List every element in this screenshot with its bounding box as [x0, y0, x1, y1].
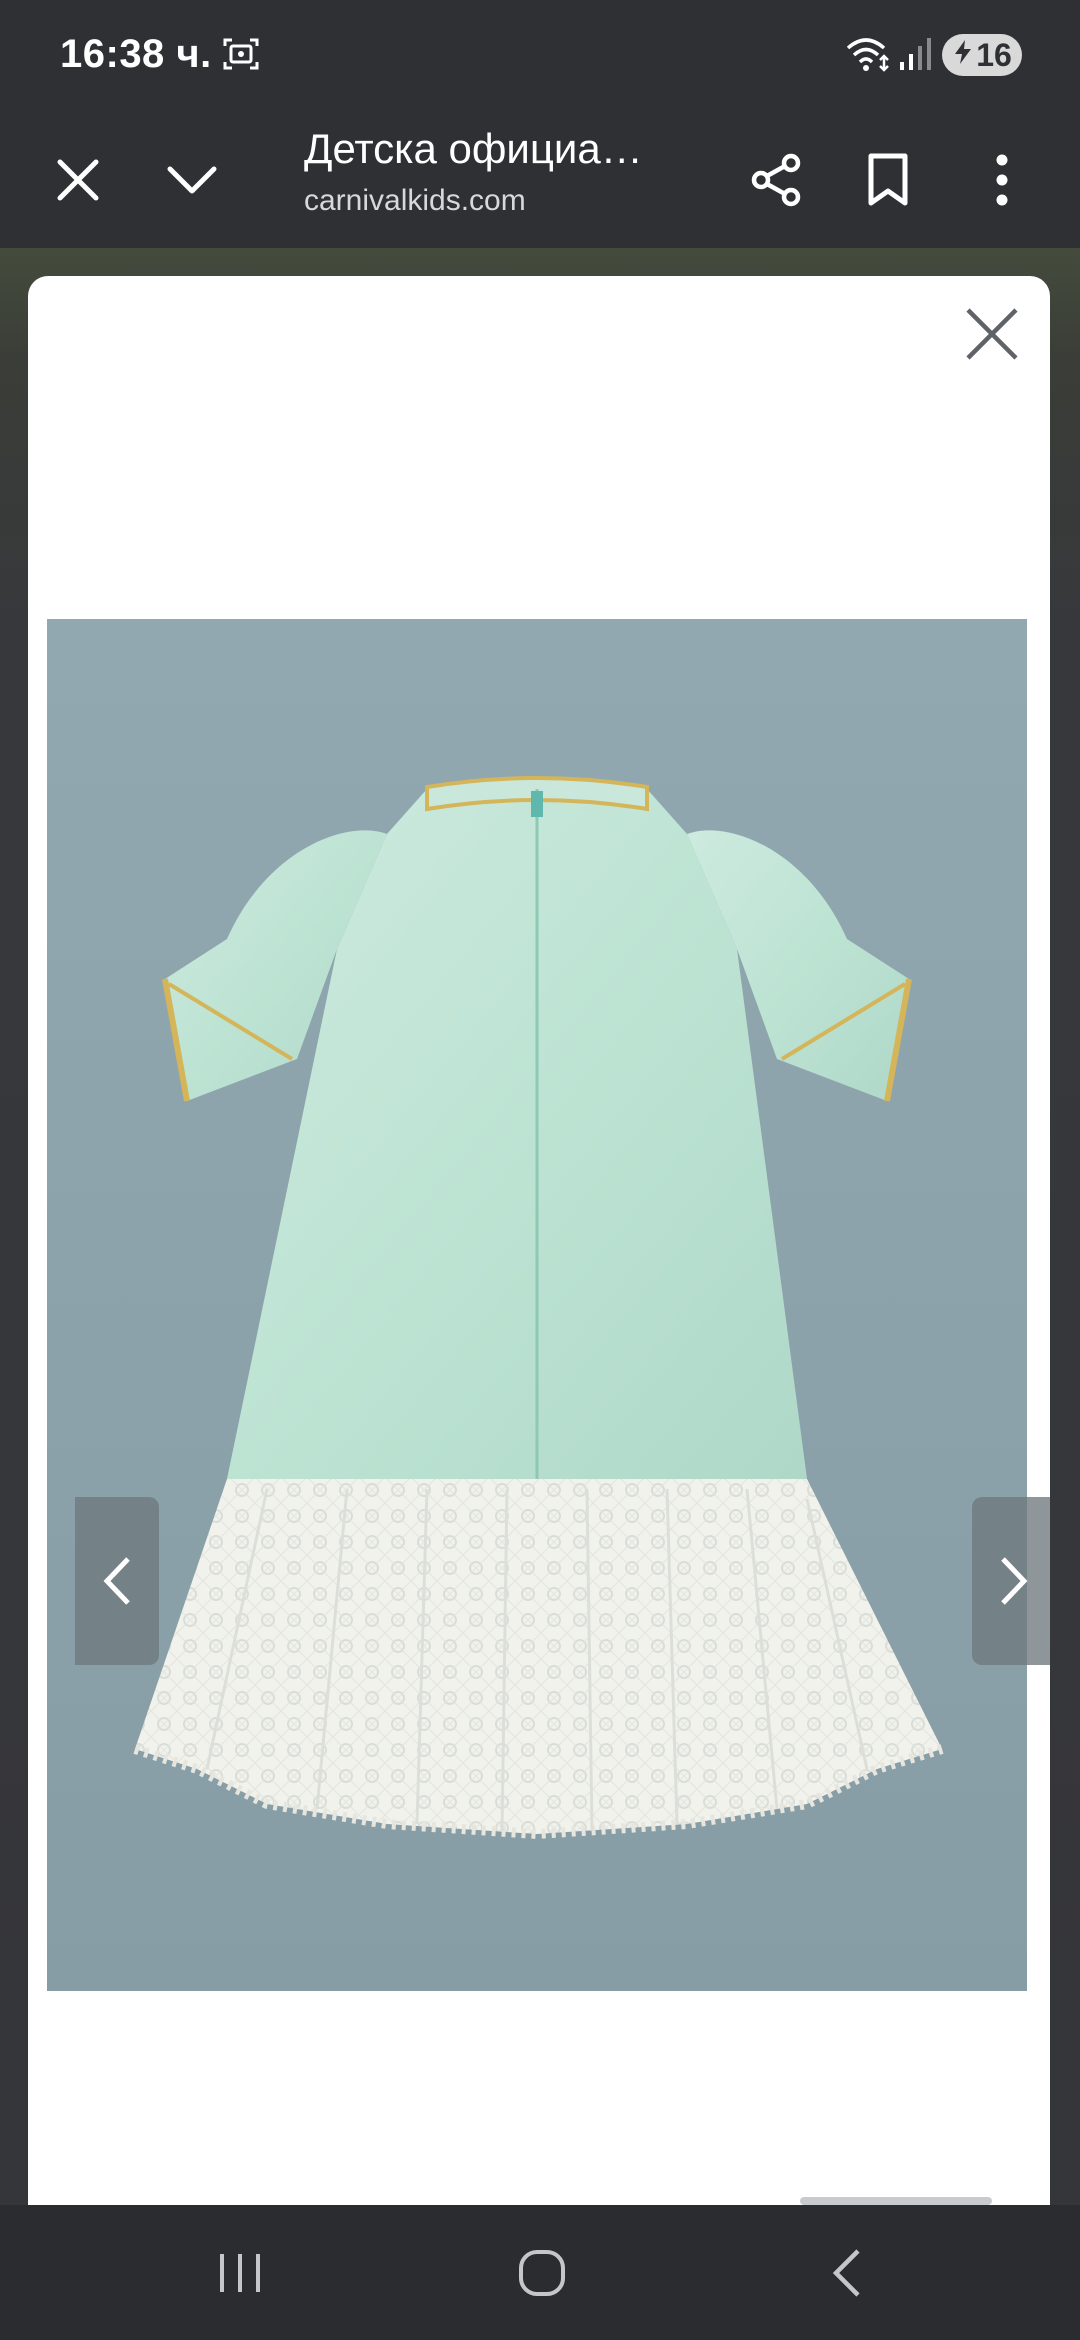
- recents-button[interactable]: [180, 2235, 300, 2311]
- close-viewer-button[interactable]: [960, 302, 1024, 366]
- status-bar: 16:38 ч. 16: [0, 0, 1080, 112]
- minimize-button[interactable]: [146, 134, 238, 226]
- status-time: 16:38 ч.: [60, 32, 212, 76]
- page-title: Детска официа…: [304, 125, 643, 172]
- share-button[interactable]: [730, 134, 822, 226]
- back-icon: [832, 2249, 860, 2297]
- battery-indicator: 16: [942, 34, 1022, 76]
- page-url: carnivalkids.com: [304, 184, 526, 217]
- battery-level: 16: [976, 36, 1012, 73]
- home-icon: [519, 2250, 565, 2296]
- bookmark-button[interactable]: [842, 134, 934, 226]
- close-icon: [57, 159, 99, 201]
- product-image[interactable]: [47, 619, 1027, 1991]
- page-title-block[interactable]: Детска официа… carnivalkids.com: [304, 120, 704, 224]
- back-button[interactable]: [786, 2235, 906, 2311]
- bookmark-icon: [868, 153, 908, 206]
- custom-tab-toolbar: Детска официа… carnivalkids.com: [0, 112, 1080, 248]
- more-options-button[interactable]: [956, 134, 1048, 226]
- close-icon: [966, 308, 1018, 360]
- chevron-down-icon: [167, 166, 217, 194]
- recents-icon: [220, 2254, 260, 2292]
- battery-saver-icon: [952, 39, 974, 72]
- more-vert-icon: [996, 154, 1008, 206]
- close-tab-button[interactable]: [32, 134, 124, 226]
- system-nav-bar: [0, 2205, 1080, 2340]
- screenshot-icon: [222, 36, 260, 77]
- scroll-handle[interactable]: [800, 2197, 992, 2205]
- share-icon: [751, 153, 801, 207]
- next-image-button[interactable]: [972, 1497, 1050, 1665]
- dress-photo: [47, 619, 1027, 1991]
- home-button[interactable]: [482, 2235, 602, 2311]
- chevron-left-icon: [103, 1557, 130, 1605]
- wifi-icon: [846, 36, 892, 79]
- chevron-right-icon: [1001, 1557, 1028, 1605]
- signal-icon: [898, 36, 934, 77]
- previous-image-button[interactable]: [75, 1497, 159, 1665]
- image-viewer-dialog: [28, 276, 1050, 2205]
